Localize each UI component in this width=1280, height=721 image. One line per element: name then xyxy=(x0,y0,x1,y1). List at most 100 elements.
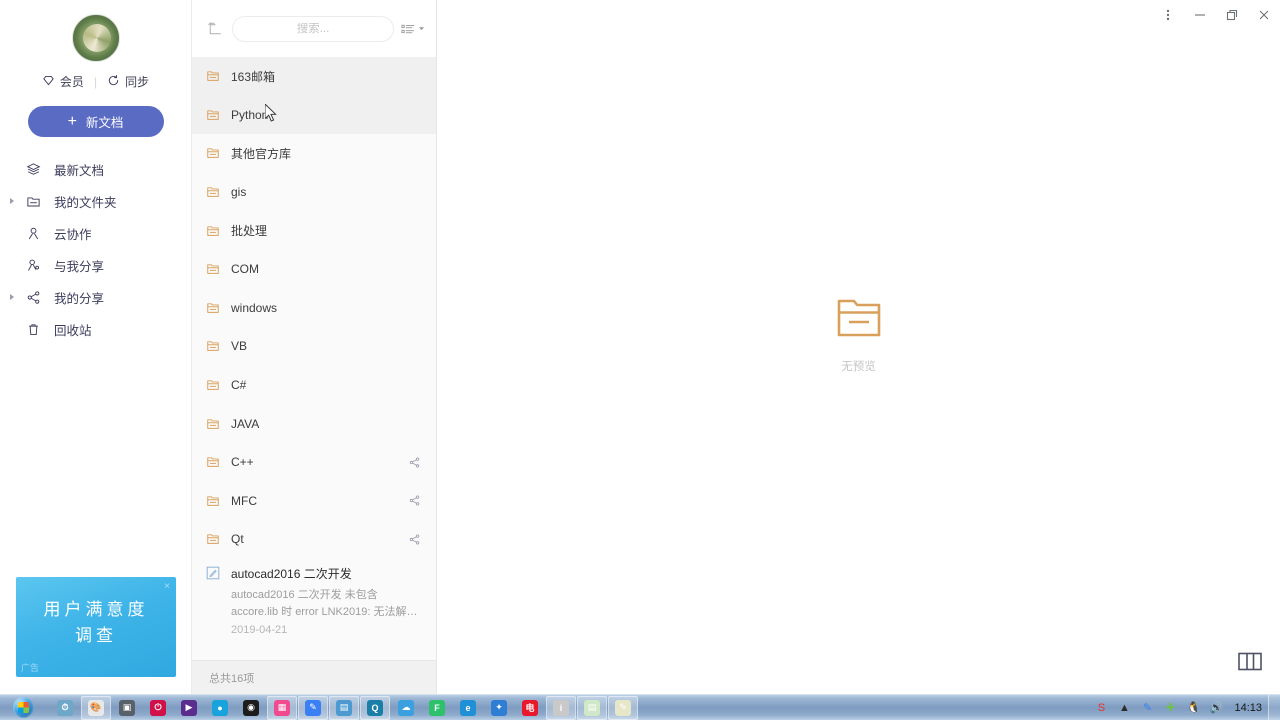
share-icon[interactable] xyxy=(406,533,422,546)
chevron-right-icon[interactable] xyxy=(10,198,14,204)
chevron-up-icon[interactable]: ▲ xyxy=(1116,700,1132,716)
share-icon[interactable] xyxy=(406,494,422,507)
list-item-folder[interactable]: MFC xyxy=(192,482,436,521)
taskbar-recorder-app[interactable]: ◉ xyxy=(236,696,266,720)
taskbar-editor-app[interactable]: ✎ xyxy=(608,695,638,720)
folder-icon xyxy=(206,108,220,122)
taskbar-info-app[interactable]: i xyxy=(546,695,576,720)
folder-name: 其他官方库 xyxy=(231,146,292,161)
taskbar-scan-app[interactable]: ▤ xyxy=(329,695,359,720)
list-item-folder[interactable]: 其他官方库 xyxy=(192,134,436,173)
list-item-folder[interactable]: COM xyxy=(192,250,436,289)
vip-button[interactable]: 会员 xyxy=(42,73,84,90)
taskbar-apps: ⏱ 🎨 ▣ ⏻ ▶ ● ◉ ▦ ✎ ▤ Q ☁ Fe ✦ 电 i ▤ ✎ xyxy=(50,695,638,720)
split-panel-icon[interactable] xyxy=(1238,652,1262,672)
list-item-folder[interactable]: Qt xyxy=(192,520,436,559)
taskbar-edge-app[interactable]: e xyxy=(453,696,483,720)
list-item-folder[interactable]: Python xyxy=(192,95,436,135)
note-tray-icon[interactable]: ✎ xyxy=(1139,700,1155,716)
sync-button[interactable]: 同步 xyxy=(107,73,149,90)
taskbar-paint-app[interactable]: 🎨 xyxy=(81,695,111,720)
ad-banner[interactable]: × 用户满意度 调查 广告 xyxy=(16,577,176,677)
folder-name: 批处理 xyxy=(231,224,268,239)
list-view-icon[interactable] xyxy=(400,16,426,42)
file-list-panel: 163邮箱 Python 其他官方库 gis 批处理 COM windows VB C# JAVA… xyxy=(192,0,437,694)
restore-icon[interactable] xyxy=(1216,0,1248,30)
avatar[interactable] xyxy=(71,14,120,62)
taskbar-media-app[interactable]: ⏻ xyxy=(143,696,173,720)
chevron-right-icon[interactable] xyxy=(10,294,14,300)
list-item-folder[interactable]: gis xyxy=(192,173,436,212)
share-icon[interactable] xyxy=(406,456,422,469)
taskbar-camera-app[interactable]: ▣ xyxy=(112,696,142,720)
ad-line2: 调查 xyxy=(75,625,117,645)
sidebar-item-label: 我的分享 xyxy=(54,291,105,306)
sidebar-item-recent[interactable]: 最新文档 xyxy=(0,153,191,185)
folder-icon xyxy=(206,494,220,508)
edge-app-icon: e xyxy=(460,699,476,716)
taskbar-green-app[interactable]: F xyxy=(422,696,452,720)
sidebar-item-label: 回收站 xyxy=(54,323,92,338)
list-item-folder[interactable]: windows xyxy=(192,289,436,328)
minimize-icon[interactable] xyxy=(1184,0,1216,30)
ad-tag: 广告 xyxy=(21,663,40,673)
media-app-icon: ⏻ xyxy=(150,699,166,716)
qq-tray-icon[interactable]: 🐧 xyxy=(1185,700,1201,716)
vip-label: 会员 xyxy=(59,75,84,89)
taskbar-notepad-app[interactable]: ▤ xyxy=(577,695,607,720)
info-app-icon: i xyxy=(553,699,569,716)
more-vertical-icon[interactable] xyxy=(1152,0,1184,30)
start-button[interactable] xyxy=(0,695,46,721)
folder-icon xyxy=(206,69,220,83)
show-desktop-button[interactable] xyxy=(1268,694,1280,721)
list-item-folder[interactable]: JAVA xyxy=(192,404,436,443)
list-item-folder[interactable]: C++ xyxy=(192,443,436,482)
taskbar-red-app[interactable]: 电 xyxy=(515,696,545,720)
taskbar-video-app[interactable]: ▶ xyxy=(174,696,204,720)
list-item-document[interactable]: autocad2016 二次开发 autocad2016 二次开发 未包含 ac… xyxy=(192,559,436,644)
new-document-button[interactable]: + 新文档 xyxy=(27,106,164,137)
sidebar-item-label: 最新文档 xyxy=(54,163,105,178)
shield-tray-icon[interactable]: ✚ xyxy=(1162,700,1178,716)
taskbar-photo-app[interactable]: ▦ xyxy=(267,695,297,720)
note-doc-icon xyxy=(206,566,220,580)
close-icon[interactable] xyxy=(1248,0,1280,30)
volume-icon[interactable]: 🔊 xyxy=(1208,700,1224,716)
list-item-folder[interactable]: 163邮箱 xyxy=(192,57,436,96)
list-item-folder[interactable]: VB xyxy=(192,327,436,366)
browser-app-icon: Q xyxy=(367,699,383,716)
clock[interactable]: 14:13 xyxy=(1228,702,1268,714)
photo-app-icon: ▦ xyxy=(274,699,290,716)
list-item-folder[interactable]: 批处理 xyxy=(192,211,436,250)
folder-name: VB xyxy=(231,339,248,354)
taskbar-messenger-app[interactable]: ● xyxy=(205,696,235,720)
file-rows: 163邮箱 Python 其他官方库 gis 批处理 COM windows VB C# JAVA… xyxy=(192,57,436,559)
arrow-up-folder-icon[interactable] xyxy=(202,16,228,42)
taskbar-clock-app[interactable]: ⏱ xyxy=(50,696,80,720)
folder-name: Python xyxy=(231,107,269,122)
taskbar-note-app[interactable]: ✎ xyxy=(298,695,328,720)
sidebar-item-shared-with-me[interactable]: 与我分享 xyxy=(0,249,191,281)
sidebar-item-cloud-collab[interactable]: 云协作 xyxy=(0,217,191,249)
taskbar-cloud-app[interactable]: ☁ xyxy=(391,696,421,720)
list-item-folder[interactable]: C# xyxy=(192,366,436,405)
folder-icon xyxy=(206,532,220,546)
taskbar-browser-app[interactable]: Q xyxy=(360,695,390,720)
notepad-app-icon: ▤ xyxy=(584,699,600,716)
folder-icon xyxy=(206,339,220,353)
ad-close-icon[interactable]: × xyxy=(164,581,170,592)
total-count-label: 总共16项 xyxy=(209,672,255,685)
taskbar-bird-app[interactable]: ✦ xyxy=(484,696,514,720)
user-icon xyxy=(24,226,42,241)
sidebar-item-my-folders[interactable]: 我的文件夹 xyxy=(0,185,191,217)
windows-orb-icon xyxy=(12,697,34,718)
clock-app-icon: ⏱ xyxy=(57,699,73,716)
file-list-scroll[interactable]: 163邮箱 Python 其他官方库 gis 批处理 COM windows VB C# JAVA… xyxy=(192,57,436,660)
search-box[interactable] xyxy=(232,15,394,42)
preview-panel: 无预览 xyxy=(437,0,1280,694)
sogou-tray-icon[interactable]: S xyxy=(1093,700,1109,716)
folder-icon xyxy=(206,301,220,315)
sidebar-item-recycle-bin[interactable]: 回收站 xyxy=(0,313,191,345)
sidebar-item-my-shares[interactable]: 我的分享 xyxy=(0,281,191,313)
search-input[interactable] xyxy=(247,22,379,35)
